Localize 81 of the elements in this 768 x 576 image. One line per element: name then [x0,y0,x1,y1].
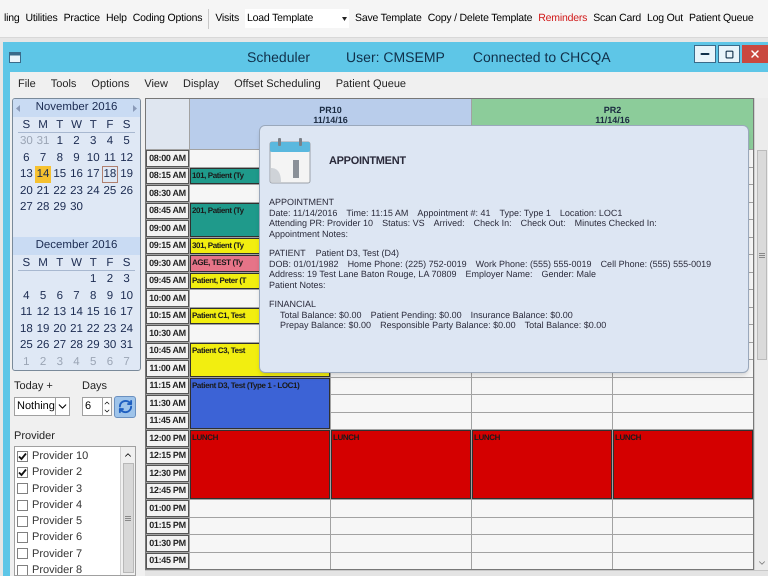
detail-field: Total Balance: $0.00 [280,310,362,320]
weekday-label: T [88,118,98,133]
detail-field: Home Phone: (225) 752-0019 [348,258,467,269]
time-label: 09:45 AM [146,272,189,289]
section-heading: APPOINTMENT [269,197,334,208]
connection-label: Connected to CHCQA [472,48,611,67]
weekday-label: T [88,256,98,271]
detail-field: Insurance Balance: $0.00 [470,310,573,320]
detail-field: Responsible Party Balance: $0.00 [380,320,516,330]
time-label: 11:30 AM [146,395,189,412]
time-label: 08:30 AM [146,185,189,202]
month-title: November 2016 [36,100,118,116]
weekday-label: S [122,256,132,271]
detail-field: Cell Phone: (555) 555-0019 [600,258,712,269]
time-label: 10:30 AM [146,325,189,342]
time-label: 08:45 AM [146,202,189,219]
weekday-label: F [105,118,114,133]
detail-field: Employer Name: [465,269,533,280]
detail-field: Arrived: [434,218,465,228]
section-heading: PATIENT [269,248,306,258]
month-title: December 2016 [36,238,118,254]
popup-title: APPOINTMENT [329,156,406,166]
time-label: 01:30 PM [146,535,189,552]
weekday-label: T [55,118,64,133]
detail-field: Total Balance: $0.00 [524,320,606,330]
schedule-date: 11/14/16 [313,115,348,125]
time-label: 11:00 AM [146,360,189,376]
weekday-label: S [22,256,32,271]
time-label: 11:15 AM [146,378,189,394]
weekday-label: W [70,256,83,271]
time-label: 11:45 AM [146,412,189,429]
detail-field: Attending PR: Provider 10 [269,218,374,228]
patient-name: Patient D3, Test (D4) [316,248,400,258]
time-label: 01:45 PM [146,552,189,569]
detail-field: DOB: 01/01/1982 [269,258,339,269]
time-label: 01:00 PM [146,500,189,516]
detail-field: Patient Pending: $0.00 [370,310,462,320]
detail-field: Appointment #: 41 [417,208,490,218]
detail-field: Date: 11/14/2016 [269,208,338,218]
weekday-label: W [70,118,83,133]
days-label: Days [82,379,108,394]
schedule-date: 11/14/16 [595,115,630,125]
detail-field: Address: 19 Test Lane Baton Rouge, LA 70809 [269,269,456,280]
detail-field: Prepay Balance: $0.00 [280,320,372,330]
weekday-label: S [22,118,32,133]
detail-field: Status: VS [382,218,425,228]
time-label: 09:30 AM [146,255,189,272]
time-label: 09:15 AM [146,238,189,254]
time-label: 10:45 AM [146,342,189,359]
weekday-label: T [55,256,64,271]
detail-field: Patient Notes: [269,280,326,290]
weekday-label: M [37,256,49,271]
weekday-label: F [105,256,114,271]
detail-field: Check Out: [520,218,566,228]
today-plus-label: Today + [14,379,54,394]
time-label: 08:00 AM [146,150,189,166]
time-label: 08:15 AM [146,168,189,184]
time-label: 12:00 PM [146,430,189,446]
weekday-label: M [37,118,49,133]
detail-field: Gender: Male [542,269,596,280]
window-title: Scheduler [247,48,310,66]
section-heading: FINANCIAL [269,299,316,310]
time-label: 12:30 PM [146,465,189,482]
provider-label: Provider [14,428,56,444]
detail-field: Minutes Checked In: [574,218,657,228]
time-label: 12:45 PM [146,482,189,499]
provider-code: PR2 [604,105,622,115]
detail-field: Time: 11:15 AM [346,208,408,218]
detail-field: Check In: [474,218,512,228]
detail-field: Type: Type 1 [499,208,551,218]
detail-field: Appointment Notes: [269,228,348,239]
weekday-label: S [122,118,132,133]
time-label: 09:00 AM [146,220,189,236]
time-label: 01:15 PM [146,518,189,534]
time-label: 12:15 PM [146,448,189,464]
provider-code: PR10 [319,105,342,115]
detail-field: Location: LOC1 [560,208,622,218]
detail-field: Work Phone: (555) 555-0019 [476,258,592,269]
time-label: 10:00 AM [146,290,189,306]
user-label: User: CMSEMP [346,48,445,66]
time-label: 10:15 AM [146,308,189,324]
